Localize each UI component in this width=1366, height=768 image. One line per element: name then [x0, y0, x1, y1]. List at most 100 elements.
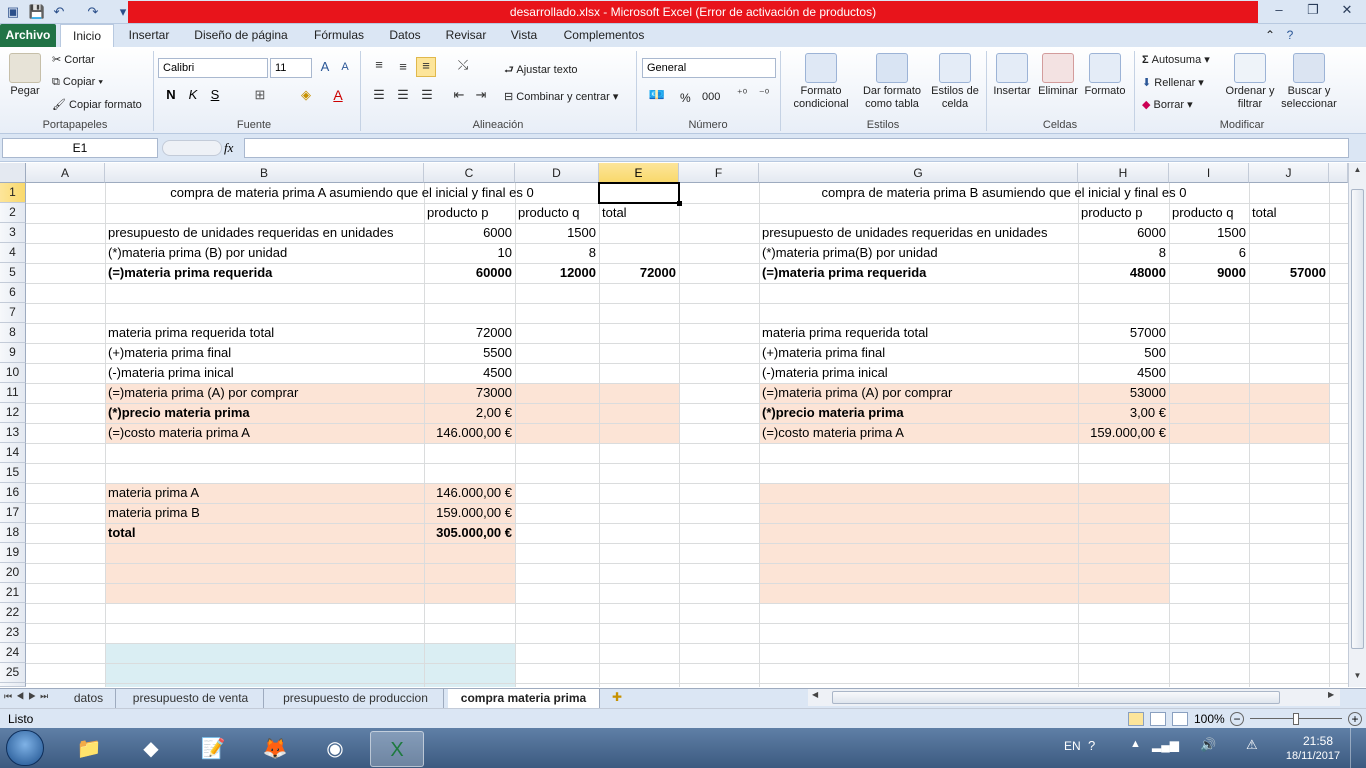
row-header[interactable]: 19 [0, 543, 26, 563]
tab-insertar[interactable]: Insertar [120, 24, 178, 47]
sort-filter-button[interactable]: Ordenar y filtrar [1224, 53, 1276, 111]
number-format-combo[interactable]: General [642, 58, 776, 78]
vertical-scroll-thumb[interactable] [1351, 189, 1364, 649]
row-header[interactable]: 16 [0, 483, 26, 503]
merge-center-button[interactable]: ⊟ Combinar y centrar ▾ [504, 90, 618, 103]
clock-date[interactable]: 18/11/2017 [1280, 750, 1346, 762]
autosum-button[interactable]: Σ Autosuma ▾ [1142, 53, 1210, 66]
zoom-out-icon[interactable]: − [1230, 712, 1244, 726]
sheet-tab-datos[interactable]: datos [62, 689, 116, 708]
align-left-icon[interactable]: ☰ [370, 87, 388, 103]
tab-datos[interactable]: Datos [382, 24, 428, 47]
clear-button[interactable]: ◆ Borrar ▾ [1142, 98, 1193, 111]
row-header[interactable]: 13 [0, 423, 26, 443]
help-tray-icon[interactable]: ? [1088, 738, 1095, 753]
row-header[interactable]: 23 [0, 623, 26, 643]
horizontal-scroll-thumb[interactable] [832, 691, 1280, 704]
insert-sheet-icon[interactable]: ✚ [606, 690, 628, 707]
close-button[interactable]: ✕ [1330, 0, 1364, 20]
column-header-j[interactable]: J [1249, 163, 1329, 183]
column-header-c[interactable]: C [424, 163, 515, 183]
show-hidden-icons-icon[interactable]: ▲ [1130, 738, 1141, 750]
column-header-d[interactable]: D [515, 163, 599, 183]
row-header[interactable]: 11 [0, 383, 26, 403]
minimize-button[interactable]: – [1262, 0, 1296, 20]
find-select-button[interactable]: Buscar y seleccionar [1278, 53, 1340, 111]
name-box[interactable]: E1 [2, 138, 158, 158]
formula-input[interactable] [244, 138, 1349, 158]
delete-cells-button[interactable]: Eliminar [1036, 53, 1080, 98]
paste-button[interactable]: Pegar [6, 53, 44, 98]
row-header[interactable]: 14 [0, 443, 26, 463]
row-header[interactable]: 5 [0, 263, 26, 283]
font-size-combo[interactable]: 11 [270, 58, 312, 78]
page-layout-view-icon[interactable] [1150, 712, 1166, 726]
scroll-right-icon[interactable]: ▶ [1328, 690, 1334, 699]
row-header[interactable]: 3 [0, 223, 26, 243]
align-center-icon[interactable]: ☰ [394, 87, 412, 103]
dropbox-icon[interactable]: ◆ [124, 731, 178, 767]
increase-indent-icon[interactable]: ⇥ [472, 87, 490, 103]
column-header-e[interactable]: E [599, 163, 679, 183]
row-header[interactable]: 26 [0, 683, 26, 687]
save-icon[interactable]: 💾 [28, 3, 46, 21]
column-header-h[interactable]: H [1078, 163, 1169, 183]
show-desktop-button[interactable] [1350, 728, 1366, 768]
row-header[interactable]: 9 [0, 343, 26, 363]
row-header[interactable]: 4 [0, 243, 26, 263]
row-header[interactable]: 6 [0, 283, 26, 303]
font-name-combo[interactable]: Calibri [158, 58, 268, 78]
scroll-up-icon[interactable]: ▲ [1351, 165, 1364, 175]
selected-cell-e1[interactable] [598, 182, 680, 204]
scroll-left-icon[interactable]: ◀ [812, 690, 818, 699]
fill-color-icon[interactable]: ◈ [296, 87, 316, 103]
tab-archivo[interactable]: Archivo [0, 24, 56, 47]
row-header[interactable]: 21 [0, 583, 26, 603]
row-header[interactable]: 25 [0, 663, 26, 683]
format-as-table-button[interactable]: Dar formato como tabla [858, 53, 926, 111]
shrink-font-icon[interactable]: A [336, 61, 354, 73]
signal-icon[interactable]: ▂▄▆ [1152, 738, 1179, 752]
row-header[interactable]: 7 [0, 303, 26, 323]
column-header-g[interactable]: G [759, 163, 1078, 183]
minimize-ribbon-icon[interactable]: ⌃ [1260, 24, 1280, 47]
format-painter-button[interactable]: 🖌 Copiar formato [52, 98, 142, 111]
row-header[interactable]: 1 [0, 183, 26, 203]
grow-font-icon[interactable]: A [316, 59, 334, 74]
conditional-format-button[interactable]: Formato condicional [786, 53, 856, 111]
column-header-b[interactable]: B [105, 163, 424, 183]
column-header-a[interactable]: A [26, 163, 105, 183]
row-header[interactable]: 22 [0, 603, 26, 623]
italic-button[interactable]: K [184, 87, 202, 102]
row-header[interactable]: 18 [0, 523, 26, 543]
cut-button[interactable]: ✂ Cortar [52, 53, 95, 66]
wrap-text-button[interactable]: ⮐ Ajustar texto [504, 61, 578, 80]
fill-button[interactable]: ⬇ Rellenar ▾ [1142, 76, 1204, 89]
select-all-corner[interactable] [0, 163, 26, 183]
tab-complementos[interactable]: Complementos [556, 24, 652, 47]
row-header[interactable]: 15 [0, 463, 26, 483]
help-icon[interactable]: ? [1280, 24, 1300, 47]
insert-function-icon[interactable]: fx [224, 140, 233, 156]
insert-cells-button[interactable]: Insertar [990, 53, 1034, 98]
row-header[interactable]: 2 [0, 203, 26, 223]
column-header-i[interactable]: I [1169, 163, 1249, 183]
orientation-icon[interactable]: ⤯ [452, 57, 474, 73]
horizontal-scrollbar[interactable]: ◀ ▶ [808, 689, 1340, 706]
tab-formulas[interactable]: Fórmulas [304, 24, 374, 47]
undo-icon[interactable]: ↶ [50, 3, 68, 21]
notes-icon[interactable]: 📝 [186, 731, 240, 767]
tab-vista[interactable]: Vista [500, 24, 548, 47]
align-right-icon[interactable]: ☰ [418, 87, 436, 103]
format-cells-button[interactable]: Formato [1082, 53, 1128, 98]
volume-icon[interactable]: 🔊 [1200, 737, 1216, 753]
page-break-view-icon[interactable] [1172, 712, 1188, 726]
sheet-tab-presupuesto-produccion[interactable]: presupuesto de produccion [268, 689, 444, 708]
zoom-in-icon[interactable]: + [1348, 712, 1362, 726]
formula-bar-divider[interactable] [162, 140, 222, 156]
row-header[interactable]: 8 [0, 323, 26, 343]
explorer-icon[interactable]: 📁 [62, 731, 116, 767]
vertical-scrollbar[interactable]: ▲ ▼ [1348, 163, 1366, 687]
accounting-format-icon[interactable]: 💶 [644, 87, 670, 103]
spreadsheet-grid[interactable]: A B C D E F G H I J 1 2 3 4 5 6 7 8 9 10… [0, 163, 1348, 687]
